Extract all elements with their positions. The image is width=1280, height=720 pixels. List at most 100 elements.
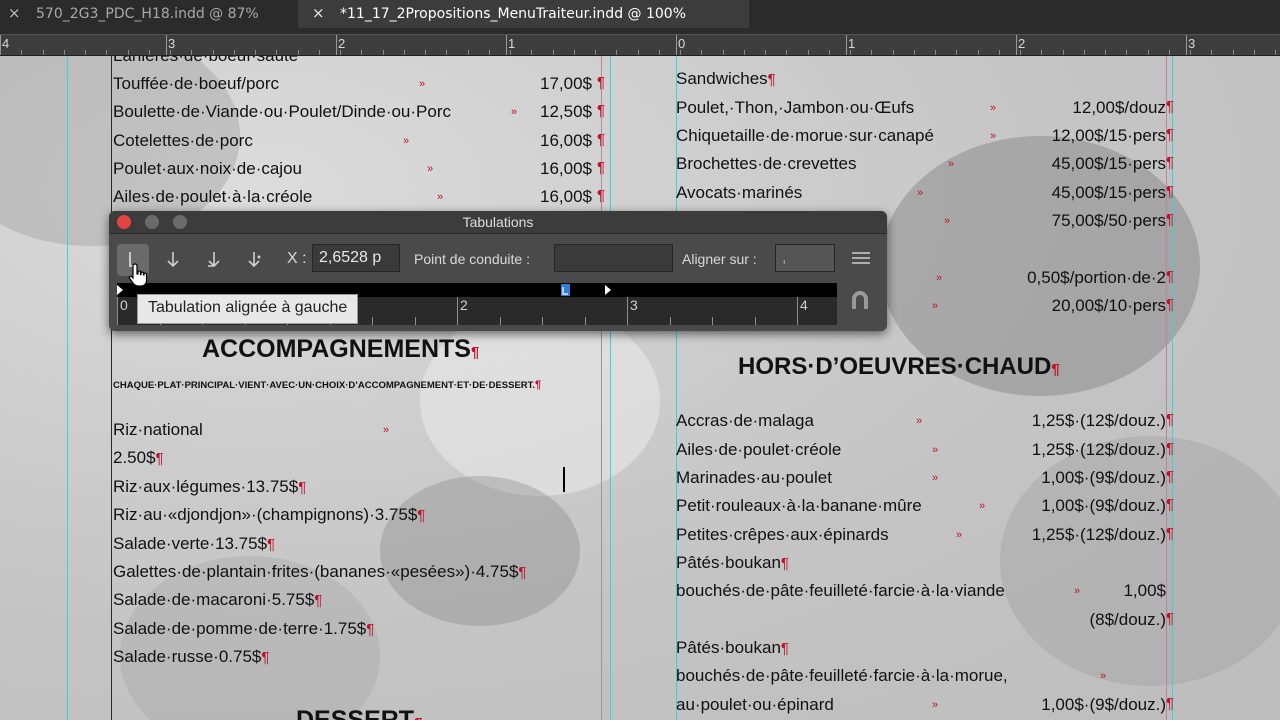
ruler-minor-tick (765, 50, 766, 55)
leader-input[interactable] (554, 244, 673, 272)
close-tab-icon[interactable]: × (8, 0, 22, 26)
position-panel-above-frame-button[interactable] (849, 289, 871, 316)
tab-marker: » (948, 158, 955, 170)
menu-item: Ailes·de·poulet·à·la·créole » 16,00$ ¶ (113, 187, 605, 207)
tab-ruler-minor-tick (627, 317, 628, 325)
menu-item: Poulet·aux·noix·de·cajou » 16,00$ ¶ (113, 159, 605, 179)
pilcrow-icon: ¶ (417, 507, 426, 524)
tab-ruler-label: 4 (800, 297, 808, 313)
menu-item-name: Marinades·au·poulet (676, 468, 832, 487)
x-label: X : (287, 250, 307, 267)
center-justified-tab-button[interactable] (157, 244, 189, 276)
menu-item-price: 1,00$·(9$/douz.) (1041, 468, 1166, 487)
tab-marker: » (419, 78, 426, 90)
margin-guide (111, 56, 112, 720)
ruler-minor-tick (701, 50, 702, 55)
ruler-minor-tick (361, 50, 362, 55)
section-heading-text: ACCOMPAGNEMENTS (202, 335, 471, 363)
document-tab[interactable]: × 570_2G3_PDC_H18.indd @ 87% (8, 0, 259, 28)
side-item: Riz·au·«djondjon»·(champignons)·3.75$¶ (113, 505, 425, 525)
ruler-minor-tick (935, 50, 936, 55)
dialog-titlebar[interactable]: Tabulations (109, 211, 887, 234)
pilcrow-icon: ¶ (261, 649, 270, 666)
tab-ruler-minor-tick (585, 317, 586, 325)
section-subheading-text: CHAQUE·PLAT·PRINCIPAL·VIENT·AVEC·UN·CHOI… (113, 380, 536, 391)
side-item: Riz·national » (113, 420, 583, 440)
menu-item-price: 1,00$ (1123, 581, 1166, 600)
ruler-minor-tick (574, 50, 575, 55)
decimal-tab-button[interactable] (238, 244, 270, 276)
tab-ruler-label: 2 (460, 297, 468, 313)
menu-item-name: Boulette·de·Viande·ou·Poulet/Dinde·ou·Po… (113, 102, 451, 121)
horizontal-ruler[interactable]: 4 3 2 1 0 1 2 3 (0, 34, 1280, 56)
x-position-input[interactable] (312, 244, 400, 272)
ruler-minor-tick (1084, 50, 1085, 55)
tab-ruler-minor-tick (712, 317, 713, 325)
pilcrow-icon: ¶ (1165, 98, 1174, 115)
ruler-minor-tick (1020, 50, 1021, 55)
pilcrow-icon: ¶ (1165, 610, 1174, 627)
ruler-minor-tick (1148, 50, 1149, 55)
ruler-minor-tick (1169, 50, 1170, 55)
menu-item: Petit·rouleaux·à·la·banane·mûre » 1,00$·… (676, 496, 1174, 516)
ruler-minor-tick (170, 50, 171, 55)
tab-marker: » (437, 191, 444, 203)
ruler-tick (506, 35, 507, 55)
close-tab-icon[interactable]: × (312, 0, 326, 26)
menu-item: Marinades·au·poulet » 1,00$·(9$/douz.) ¶ (676, 468, 1174, 488)
menu-item: Ailes·de·poulet·créole » 1,25$·(12$/douz… (676, 440, 1174, 460)
ruler-minor-tick (680, 50, 681, 55)
ruler-minor-tick (978, 50, 979, 55)
ruler-minor-tick (1275, 50, 1276, 55)
ruler-minor-tick (744, 50, 745, 55)
tab-ruler-minor-tick (500, 317, 501, 325)
menu-item-name-text: Pâtés·boukan (676, 638, 781, 657)
menu-item: Avocats·marinés » 45,00$/15·pers ¶ (676, 183, 1174, 203)
tab-ruler-minor-tick (457, 317, 458, 325)
ruler-minor-tick (213, 50, 214, 55)
pilcrow-icon: ¶ (1165, 525, 1174, 542)
tab-marker: » (427, 163, 434, 175)
tab-marker: » (916, 415, 923, 427)
side-item-text: Riz·aux·légumes·13.75$ (113, 477, 299, 496)
ruler-minor-tick (85, 50, 86, 55)
ruler-minor-tick (850, 50, 851, 55)
pilcrow-icon: ¶ (1165, 154, 1174, 171)
pilcrow-icon: ¶ (1165, 411, 1174, 428)
document-page[interactable]: Lanières·de·boeuf·sauté Touffée·de·boeuf… (0, 56, 1280, 720)
ruler-minor-tick (191, 50, 192, 55)
column-guide (610, 56, 611, 720)
section-heading: ACCOMPAGNEMENTS¶ (202, 335, 479, 364)
ruler-minor-tick (340, 50, 341, 55)
ruler-minor-tick (43, 50, 44, 55)
tab-ruler-label: 3 (630, 297, 638, 313)
align-on-input[interactable] (775, 244, 835, 272)
tab-marker: » (979, 500, 986, 512)
tab-ruler-label: 0 (120, 297, 128, 313)
document-tab-active[interactable]: × *11_17_2Propositions_MenuTraiteur.indd … (298, 0, 749, 28)
hamburger-icon (852, 252, 870, 264)
side-item-text: 2.50$ (113, 448, 156, 467)
menu-item-price: 12,00$/douz (1072, 98, 1166, 117)
pilcrow-icon: ¶ (535, 379, 542, 391)
menu-item-description: bouchés·de·pâte·feuilleté·farcie·à·la·mo… (676, 666, 1008, 685)
ruler-minor-tick (128, 50, 129, 55)
ruler-minor-tick (489, 50, 490, 55)
ruler-minor-tick (808, 50, 809, 55)
menu-item-description: bouchés·de·pâte·feuilleté·farcie·à·la·vi… (676, 581, 1005, 600)
menu-item-price: 12,50$ (540, 102, 592, 121)
text-cursor (563, 467, 565, 492)
menu-item: Brochettes·de·crevettes » 45,00$/15·pers… (676, 154, 1174, 174)
right-justified-tab-button[interactable] (198, 244, 230, 276)
ruler-minor-tick (298, 50, 299, 55)
decimal-tab-icon (248, 252, 261, 268)
pilcrow-icon: ¶ (518, 564, 527, 581)
tab-marker: » (1100, 670, 1107, 682)
panel-menu-icon[interactable] (852, 251, 872, 270)
menu-item-price: 1,25$·(12$/douz.) (1031, 411, 1166, 430)
tab-ruler-minor-tick (372, 317, 373, 325)
ruler-tick (1186, 35, 1187, 55)
side-item: Riz·aux·légumes·13.75$¶ (113, 477, 306, 497)
ruler-minor-tick (21, 50, 22, 55)
ruler-minor-tick (383, 50, 384, 55)
